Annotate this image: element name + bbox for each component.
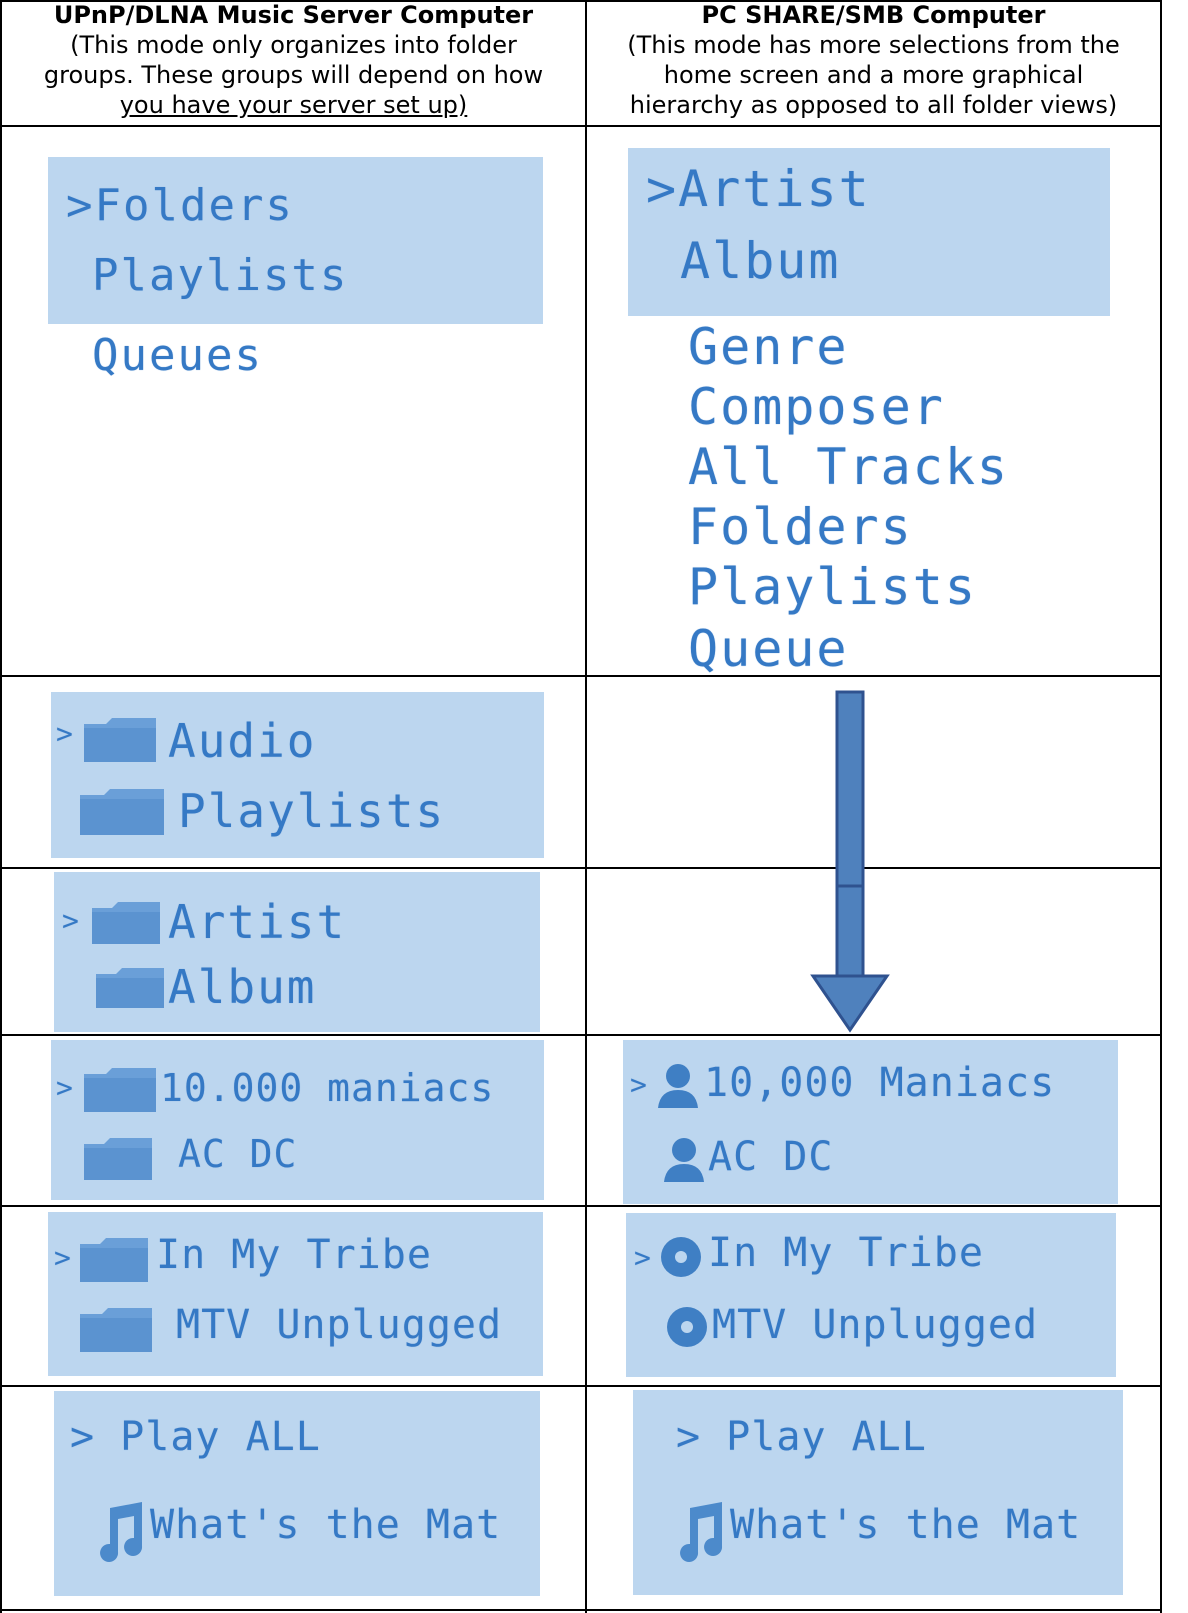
cursor: > [634, 1241, 653, 1274]
table-border-left [0, 0, 2, 1613]
list-item-artist-2[interactable]: AC DC [708, 1134, 833, 1180]
list-item-track-1[interactable]: What's the Mat [730, 1502, 1081, 1548]
cursor: > [56, 1071, 75, 1104]
column-title: PC SHARE/SMB Computer [701, 1, 1046, 29]
folder-icon [82, 716, 158, 764]
table-border-right [1160, 0, 1162, 1613]
menu-item-queue[interactable]: Queue [688, 620, 849, 678]
menu-item-album[interactable]: Album [680, 232, 841, 290]
music-note-icon [676, 1500, 726, 1562]
list-item-artist[interactable]: Artist [168, 895, 346, 949]
list-item-track-1[interactable]: What's the Mat [150, 1502, 501, 1548]
person-icon [656, 1062, 700, 1110]
person-icon [662, 1136, 706, 1184]
menu-item-playlists[interactable]: Playlists [92, 250, 348, 301]
folder-icon [78, 1236, 150, 1284]
column-description: home screen and a more graphical [663, 61, 1084, 89]
row-divider [0, 125, 1162, 127]
column-description: groups. These groups will depend on how [43, 61, 544, 89]
column-description: you have your server set up) [119, 91, 468, 119]
cursor: > [630, 1068, 649, 1101]
table-border-bottom [0, 1609, 1162, 1611]
column-header-pc-share: PC SHARE/SMB Computer (This mode has mor… [587, 0, 1160, 120]
folder-icon [78, 1306, 154, 1354]
menu-item-composer[interactable]: Composer [688, 378, 945, 436]
list-item-artist-1[interactable]: 10,000 Maniacs [704, 1060, 1055, 1106]
list-item-play-all[interactable]: > Play ALL [70, 1414, 321, 1460]
cursor: > [62, 904, 81, 937]
row-divider [0, 867, 1162, 869]
menu-item-queues[interactable]: Queues [92, 330, 263, 381]
row-divider [0, 1205, 1162, 1207]
music-note-icon [96, 1500, 146, 1562]
row-divider [0, 1034, 1162, 1036]
column-description: (This mode only organizes into folder [70, 31, 517, 59]
list-item-audio[interactable]: Audio [168, 714, 316, 768]
menu-item-genre[interactable]: Genre [688, 318, 849, 376]
row-divider [0, 675, 1162, 677]
cursor: > [54, 1241, 73, 1274]
folder-icon [82, 1066, 158, 1114]
column-description: (This mode has more selections from the [627, 31, 1120, 59]
list-item-album-1[interactable]: In My Tribe [708, 1230, 984, 1276]
down-arrow-icon [810, 688, 890, 1034]
column-description: hierarchy as opposed to all folder views… [629, 91, 1118, 119]
menu-item-artist[interactable]: >Artist [646, 160, 871, 218]
cursor: > [56, 717, 75, 750]
folder-icon [82, 1136, 154, 1182]
list-item-playlists[interactable]: Playlists [178, 784, 445, 838]
list-item-artist-2[interactable]: AC DC [178, 1132, 297, 1176]
column-title: UPnP/DLNA Music Server Computer [53, 1, 534, 29]
list-item-play-all[interactable]: > Play ALL [676, 1414, 927, 1460]
list-item-album[interactable]: Album [168, 960, 316, 1014]
column-header-upnp: UPnP/DLNA Music Server Computer (This mo… [2, 0, 585, 120]
disc-icon [660, 1236, 702, 1278]
list-item-artist-1[interactable]: 10.000 maniacs [160, 1066, 494, 1110]
folder-icon [94, 966, 166, 1010]
folder-icon [90, 900, 162, 946]
menu-item-playlists[interactable]: Playlists [688, 558, 977, 616]
list-item-album-2[interactable]: MTV Unplugged [176, 1302, 502, 1348]
folder-icon [78, 787, 166, 837]
row-divider [0, 1385, 1162, 1387]
menu-item-all-tracks[interactable]: All Tracks [688, 438, 1009, 496]
table-divider-center [585, 0, 587, 1613]
list-item-album-2[interactable]: MTV Unplugged [712, 1302, 1038, 1348]
list-item-album-1[interactable]: In My Tribe [156, 1232, 432, 1278]
menu-item-folders[interactable]: >Folders [66, 180, 294, 231]
disc-icon [666, 1306, 708, 1348]
menu-item-folders[interactable]: Folders [688, 498, 913, 556]
